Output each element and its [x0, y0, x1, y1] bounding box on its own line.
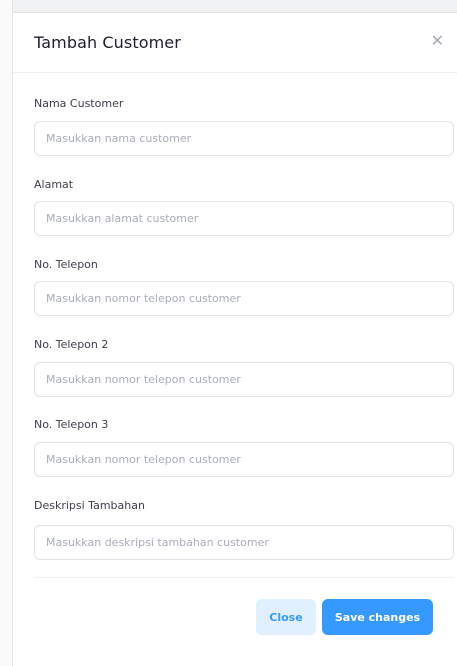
nama-customer-input[interactable] [34, 121, 454, 156]
no-telepon-3-input[interactable] [34, 442, 454, 477]
field-label-deskripsi-tambahan: Deskripsi Tambahan [34, 499, 145, 512]
close-button[interactable]: Close [256, 599, 316, 635]
close-icon[interactable]: ✕ [431, 33, 444, 49]
footer-divider [34, 577, 454, 578]
field-label-no-telepon-2: No. Telepon 2 [34, 338, 109, 351]
field-label-alamat: Alamat [34, 178, 74, 191]
no-telepon-input[interactable] [34, 281, 454, 316]
field-label-no-telepon: No. Telepon [34, 258, 98, 271]
modal-title: Tambah Customer [34, 33, 181, 52]
add-customer-modal: Tambah Customer ✕ Nama Customer Alamat N… [12, 12, 457, 666]
field-label-no-telepon-3: No. Telepon 3 [34, 418, 109, 431]
save-changes-button[interactable]: Save changes [322, 599, 433, 635]
deskripsi-tambahan-input[interactable] [34, 525, 454, 560]
alamat-input[interactable] [34, 201, 454, 236]
field-label-nama-customer: Nama Customer [34, 97, 124, 110]
no-telepon-2-input[interactable] [34, 362, 454, 397]
modal-header: Tambah Customer ✕ [13, 13, 457, 73]
